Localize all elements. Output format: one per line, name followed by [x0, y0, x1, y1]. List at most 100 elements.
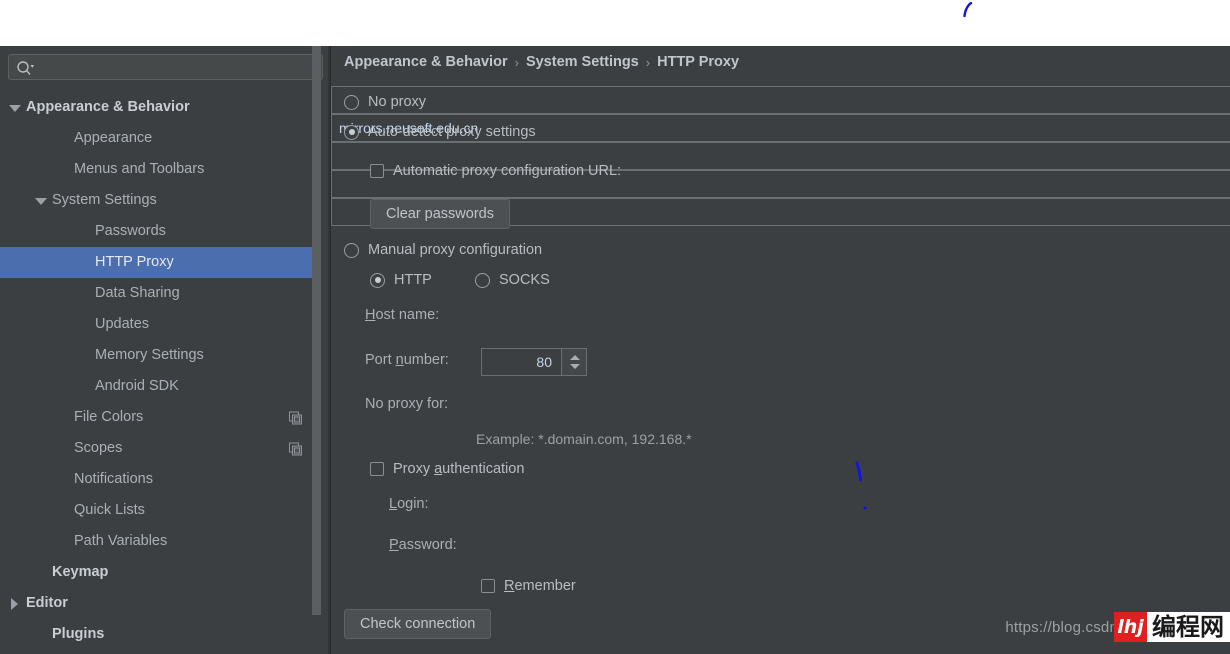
- checkbox-remember[interactable]: Remember: [481, 578, 576, 594]
- breadcrumb-separator: ›: [645, 54, 651, 70]
- sidebar-item-label: File Colors: [74, 409, 144, 426]
- sidebar-search[interactable]: [8, 54, 323, 80]
- login-label: Login:: [389, 496, 429, 512]
- ink-annotation-dot: [863, 506, 867, 510]
- auto-detect-radio-indicator: [344, 124, 359, 140]
- no-proxy-radio-indicator: [344, 94, 359, 110]
- manual-proxy-radio-indicator: [344, 242, 359, 258]
- sidebar-item-label: Quick Lists: [74, 502, 145, 519]
- no-proxy-label: No proxy: [368, 94, 427, 110]
- radio-auto-detect[interactable]: Auto-detect proxy settings: [344, 124, 536, 140]
- remember-checkbox-indicator: [481, 579, 495, 593]
- ink-annotation-top: [963, 2, 973, 18]
- copy-settings-icon[interactable]: [289, 442, 302, 455]
- auto-config-url-input[interactable]: [331, 86, 1230, 114]
- host-name-mnemonic: H: [365, 307, 376, 323]
- auto-detect-label: Auto-detect proxy settings: [368, 124, 536, 140]
- radio-socks[interactable]: SOCKS: [475, 272, 550, 288]
- sidebar-item-label: HTTP Proxy: [95, 254, 174, 271]
- sidebar-item-label: Passwords: [95, 223, 166, 240]
- proxy-auth-checkbox-indicator: [370, 462, 384, 476]
- port-number-spin-buttons[interactable]: [562, 348, 587, 376]
- no-proxy-for-label-text: No proxy for:: [365, 396, 448, 412]
- sidebar-item-passwords[interactable]: Passwords: [0, 216, 320, 247]
- breadcrumb: Appearance & Behavior › System Settings › HT…: [344, 54, 739, 70]
- breadcrumb-item[interactable]: Appearance & Behavior: [344, 54, 508, 70]
- remember-label-rest: emember: [514, 578, 576, 594]
- sidebar-item-scopes[interactable]: Scopes: [0, 433, 320, 464]
- spin-up-icon[interactable]: [570, 355, 580, 360]
- sidebar-item-file-colors[interactable]: File Colors: [0, 402, 320, 433]
- sidebar-scrollbar[interactable]: [312, 46, 321, 615]
- checkbox-proxy-authentication[interactable]: Proxy authentication: [370, 461, 524, 477]
- chevron-down-icon[interactable]: [8, 101, 22, 115]
- sidebar-item-appearance-behavior[interactable]: Appearance & Behavior: [0, 92, 320, 123]
- check-connection-button[interactable]: Check connection: [344, 609, 492, 639]
- top-white-strip: [0, 0, 1230, 46]
- radio-no-proxy[interactable]: No proxy: [344, 94, 426, 110]
- sidebar-item-menus-and-toolbars[interactable]: Menus and Toolbars: [0, 154, 320, 185]
- sidebar-item-updates[interactable]: Updates: [0, 309, 320, 340]
- port-number-stepper[interactable]: 80: [481, 348, 587, 376]
- proxy-auth-label-pre: Proxy: [393, 461, 435, 477]
- host-name-label: Host name:: [365, 307, 439, 323]
- sidebar-item-label: Appearance & Behavior: [26, 99, 190, 116]
- chevron-right-icon[interactable]: [8, 597, 22, 611]
- ink-annotation-middle: [855, 461, 862, 482]
- chevron-down-icon[interactable]: [34, 194, 48, 208]
- password-label-rest: assword:: [398, 537, 457, 553]
- settings-dialog: Appearance & Behavior Appearance Menus and…: [0, 46, 1230, 654]
- sidebar-item-quick-lists[interactable]: Quick Lists: [0, 495, 320, 526]
- port-number-label-rest: umber:: [403, 352, 449, 368]
- sidebar-item-path-variables[interactable]: Path Variables: [0, 526, 320, 557]
- sidebar-item-label: System Settings: [52, 192, 157, 209]
- remember-mnemonic: R: [504, 578, 515, 594]
- sidebar-item-notifications[interactable]: Notifications: [0, 464, 320, 495]
- socks-label: SOCKS: [499, 272, 550, 288]
- port-number-label: Port number:: [365, 352, 449, 368]
- breadcrumb-item[interactable]: HTTP Proxy: [657, 54, 739, 70]
- sidebar-item-plugins[interactable]: Plugins: [0, 619, 320, 650]
- example-hint-text: Example: *.domain.com, 192.168.*: [476, 431, 692, 447]
- clear-passwords-label: Clear passwords: [386, 206, 494, 222]
- search-box[interactable]: [8, 54, 323, 80]
- sidebar-item-appearance[interactable]: Appearance: [0, 123, 320, 154]
- watermark: https://blog.csdn lhj 编程网: [1005, 610, 1230, 644]
- password-mnemonic: P: [389, 537, 399, 553]
- radio-http[interactable]: HTTP: [370, 272, 432, 288]
- spin-down-icon[interactable]: [570, 364, 580, 369]
- host-name-label-rest: ost name:: [375, 307, 440, 323]
- sidebar-item-memory-settings[interactable]: Memory Settings: [0, 340, 320, 371]
- sidebar-item-label: Data Sharing: [95, 285, 180, 302]
- settings-sidebar: Appearance & Behavior Appearance Menus and…: [0, 46, 331, 654]
- breadcrumb-item[interactable]: System Settings: [526, 54, 639, 70]
- radio-manual-proxy[interactable]: Manual proxy configuration: [344, 242, 542, 258]
- sidebar-item-http-proxy[interactable]: HTTP Proxy: [0, 247, 320, 278]
- sidebar-item-data-sharing[interactable]: Data Sharing: [0, 278, 320, 309]
- breadcrumb-separator: ›: [514, 54, 519, 70]
- clear-passwords-button[interactable]: Clear passwords: [370, 199, 510, 229]
- proxy-auth-label-rest: uthentication: [442, 461, 525, 477]
- sidebar-item-label: Keymap: [52, 564, 109, 581]
- sidebar-item-android-sdk[interactable]: Android SDK: [0, 371, 320, 402]
- password-label: Password:: [389, 537, 457, 553]
- no-proxy-for-label: No proxy for:: [365, 396, 448, 412]
- port-number-input[interactable]: 80: [481, 348, 562, 376]
- sidebar-item-keymap[interactable]: Keymap: [0, 557, 320, 588]
- sidebar-item-editor[interactable]: Editor: [0, 588, 320, 619]
- sidebar-item-system-settings[interactable]: System Settings: [0, 185, 320, 216]
- search-input[interactable]: [41, 55, 318, 79]
- settings-tree[interactable]: Appearance & Behavior Appearance Menus and…: [0, 92, 320, 654]
- checkbox-auto-config-url[interactable]: Automatic proxy configuration URL:: [370, 163, 621, 179]
- watermark-url: https://blog.csdn: [1005, 618, 1118, 636]
- copy-settings-icon[interactable]: [289, 411, 302, 424]
